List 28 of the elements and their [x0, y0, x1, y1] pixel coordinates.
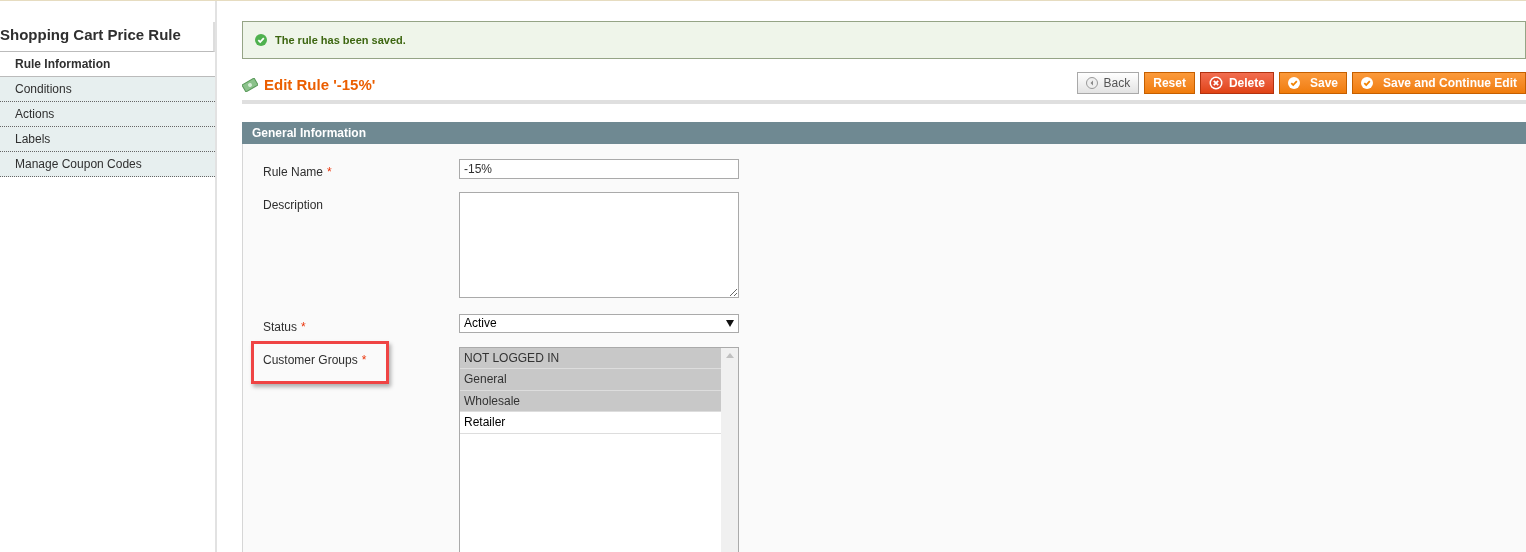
- sidebar-tab[interactable]: Actions: [0, 102, 215, 127]
- delete-icon: [1208, 76, 1223, 91]
- field-label: Status *: [263, 319, 306, 334]
- field-label: Description: [263, 197, 324, 212]
- list-option[interactable]: NOT LOGGED IN: [460, 347, 721, 369]
- field-label: Customer Groups *: [263, 352, 367, 367]
- customer-groups-list[interactable]: NOT LOGGED IN General Wholesale Retailer: [459, 346, 739, 552]
- check-icon: [1287, 77, 1300, 90]
- money-icon: [242, 78, 258, 93]
- page-title: Edit Rule '-15%': [264, 75, 376, 95]
- check-icon: [1361, 77, 1373, 90]
- dropdown-arrow-icon: [726, 319, 734, 327]
- field-label: Rule Name *: [263, 164, 332, 179]
- rule-name-field[interactable]: -15%: [459, 158, 739, 179]
- success-icon: [255, 34, 267, 46]
- status-select[interactable]: Active: [459, 313, 739, 333]
- list-option[interactable]: Wholesale: [460, 390, 721, 412]
- list-option[interactable]: General: [460, 369, 721, 391]
- sidebar-tab[interactable]: Manage Coupon Codes: [0, 152, 215, 177]
- scroll-up-icon: [725, 352, 734, 358]
- description-field[interactable]: [459, 191, 739, 298]
- section-header: General Information: [242, 121, 1526, 144]
- scrollbar[interactable]: [721, 347, 738, 552]
- sidebar-tab[interactable]: Conditions: [0, 77, 215, 102]
- delete-button[interactable]: Delete: [1199, 72, 1274, 95]
- sidebar-tab[interactable]: Labels: [0, 127, 215, 152]
- message-text: The rule has been saved.: [275, 32, 406, 48]
- back-button[interactable]: Back: [1076, 72, 1140, 95]
